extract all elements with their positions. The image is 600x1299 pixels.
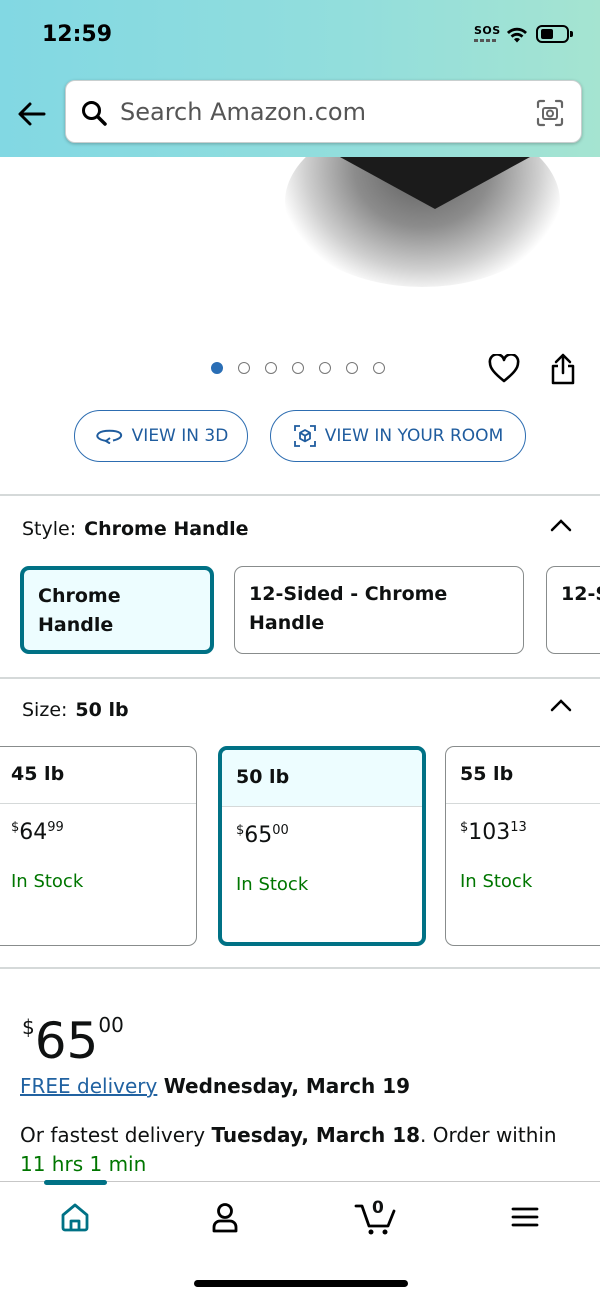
size-option-50lb[interactable]: 50 lb $6500 In Stock xyxy=(218,746,426,946)
size-option-price: $6500 xyxy=(236,823,289,848)
divider xyxy=(0,967,600,969)
bottom-navigation: 0 xyxy=(0,1180,600,1299)
pagination-dot[interactable] xyxy=(292,362,304,374)
size-label: Size: xyxy=(22,699,68,721)
free-delivery-date: Wednesday, March 19 xyxy=(163,1074,411,1098)
price-cents: 00 xyxy=(98,1013,124,1037)
heart-icon[interactable] xyxy=(488,354,520,384)
status-time: 12:59 xyxy=(42,22,113,47)
pagination-dot[interactable] xyxy=(373,362,385,374)
menu-icon[interactable] xyxy=(508,1200,542,1234)
home-indicator xyxy=(194,1280,408,1287)
search-input[interactable] xyxy=(120,91,520,133)
size-option-name: 50 lb xyxy=(222,750,422,807)
fastest-delivery-date: Tuesday, March 18 xyxy=(211,1123,421,1147)
size-option-name: 45 lb xyxy=(0,747,196,804)
price-whole: 65 xyxy=(34,1012,99,1070)
divider xyxy=(0,677,600,679)
size-selected: 50 lb xyxy=(75,699,129,721)
kettlebell-bottom xyxy=(340,157,530,209)
cart-button[interactable]: 0 xyxy=(354,1194,398,1238)
pagination-dot[interactable] xyxy=(319,362,331,374)
sos-indicator: SOS xyxy=(474,24,501,42)
divider xyxy=(0,494,600,496)
style-option-label: 12-Sided - Chrome Handle xyxy=(249,583,448,634)
style-option-label: 12-S xyxy=(561,583,600,605)
style-option-chrome-handle[interactable]: Chrome Handle xyxy=(20,566,214,654)
size-option-stock: In Stock xyxy=(236,874,309,895)
style-selected: Chrome Handle xyxy=(84,518,249,540)
share-icon[interactable] xyxy=(548,352,578,386)
back-arrow-icon[interactable] xyxy=(14,96,50,132)
price-currency: $ xyxy=(22,1015,35,1039)
wifi-icon xyxy=(507,27,527,43)
style-option-label: Chrome Handle xyxy=(38,585,121,636)
free-delivery-line: FREE delivery Wednesday, March 19 xyxy=(20,1074,410,1098)
pagination-dot[interactable] xyxy=(346,362,358,374)
camera-scan-icon[interactable] xyxy=(535,98,565,128)
rotate-3d-icon xyxy=(95,429,122,444)
pagination-dot[interactable] xyxy=(265,362,277,374)
active-tab-indicator xyxy=(44,1180,107,1185)
view-in-3d-label: VIEW IN 3D xyxy=(131,426,229,446)
view-in-room-button[interactable]: VIEW IN YOUR ROOM xyxy=(270,410,526,462)
free-delivery-link[interactable]: FREE delivery xyxy=(20,1074,157,1098)
style-option-12-sided[interactable]: 12-Sided - Chrome Handle xyxy=(234,566,524,654)
size-label-row: Size: 50 lb xyxy=(22,699,129,721)
size-option-price: $10313 xyxy=(460,820,527,845)
order-within-text: . Order within xyxy=(420,1123,557,1147)
style-option-12-sided-partial[interactable]: 12-S xyxy=(546,566,600,654)
cart-count: 0 xyxy=(372,1198,384,1218)
style-label: Style: xyxy=(22,518,77,540)
size-option-name: 55 lb xyxy=(446,747,600,804)
fastest-delivery-prefix: Or fastest delivery xyxy=(20,1123,206,1147)
image-pagination[interactable] xyxy=(211,362,385,374)
size-option-45lb[interactable]: 45 lb $6499 In Stock xyxy=(0,746,197,946)
product-price: $6500 xyxy=(22,998,124,1068)
size-option-55lb[interactable]: 55 lb $10313 In Stock xyxy=(445,746,600,946)
chevron-up-icon[interactable] xyxy=(550,698,572,712)
view-in-room-label: VIEW IN YOUR ROOM xyxy=(324,426,504,446)
size-option-stock: In Stock xyxy=(460,871,533,892)
search-icon xyxy=(82,101,107,126)
header: 12:59 SOS xyxy=(0,0,600,157)
home-icon[interactable] xyxy=(58,1200,92,1234)
size-option-price: $6499 xyxy=(11,820,64,845)
account-icon[interactable] xyxy=(208,1200,242,1234)
fastest-delivery-line: Or fastest delivery Tuesday, March 18. O… xyxy=(20,1121,580,1179)
search-bar[interactable] xyxy=(65,80,582,143)
battery-icon xyxy=(536,25,573,43)
delivery-countdown: 11 hrs 1 min xyxy=(20,1152,147,1176)
style-label-row: Style: Chrome Handle xyxy=(22,518,249,540)
product-image[interactable] xyxy=(0,157,600,337)
pagination-dot[interactable] xyxy=(211,362,223,374)
pagination-dot[interactable] xyxy=(238,362,250,374)
chevron-up-icon[interactable] xyxy=(550,518,572,532)
ar-cube-icon xyxy=(293,425,316,447)
view-in-3d-button[interactable]: VIEW IN 3D xyxy=(74,410,248,462)
size-option-stock: In Stock xyxy=(11,871,84,892)
